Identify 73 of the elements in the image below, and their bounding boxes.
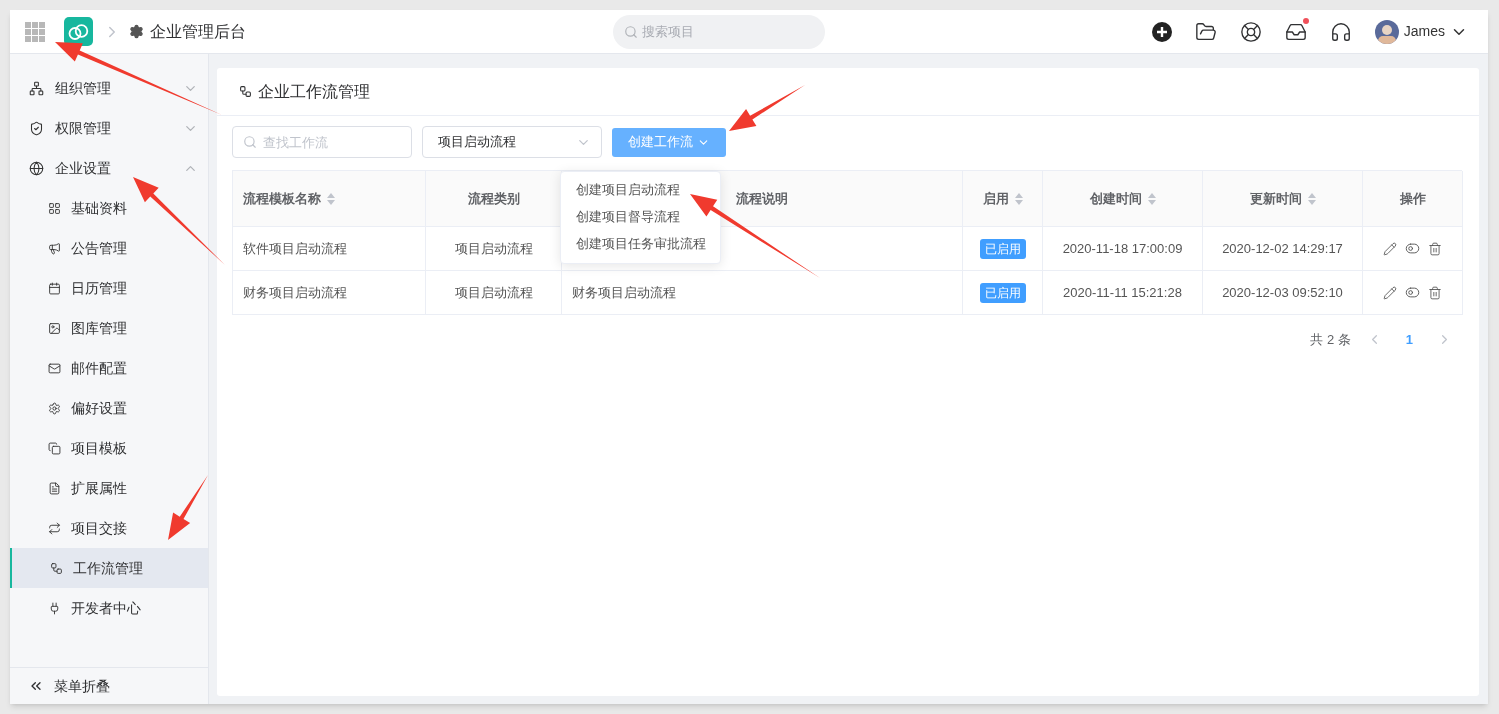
column-header: 流程类别	[426, 171, 562, 227]
help-icon[interactable]	[1239, 20, 1262, 43]
menu-icon	[50, 561, 63, 575]
status-badge: 已启用	[979, 282, 1026, 303]
menu-icon	[29, 160, 44, 176]
menu-icon	[48, 241, 61, 255]
folder-icon[interactable]	[1194, 20, 1217, 43]
search-icon	[243, 135, 257, 149]
sidebar-item[interactable]: 企业设置	[10, 148, 208, 188]
toggle-icon[interactable]	[1405, 285, 1420, 300]
user-avatar[interactable]	[1374, 19, 1399, 44]
app-title: 企业管理后台	[150, 21, 246, 42]
table-cell: 2020-11-18 17:00:09	[1043, 227, 1203, 271]
sidebar-item[interactable]: 公告管理	[10, 228, 208, 268]
total-count: 共 2 条	[1310, 331, 1351, 349]
annotation-arrow	[168, 475, 208, 540]
delete-icon[interactable]	[1428, 241, 1442, 256]
sidebar-item[interactable]: 开发者中心	[10, 588, 208, 628]
app-logo-icon[interactable]	[64, 17, 93, 46]
menu-icon	[48, 281, 61, 295]
menu-icon	[48, 401, 61, 415]
sidebar-item[interactable]: 组织管理	[10, 68, 208, 108]
user-name[interactable]: James	[1403, 21, 1445, 42]
sidebar-item[interactable]: 工作流管理	[10, 548, 208, 588]
sidebar-item[interactable]: 项目交接	[10, 508, 208, 548]
sidebar-item[interactable]: 图库管理	[10, 308, 208, 348]
menu-icon	[48, 321, 61, 335]
table-cell: 2020-12-02 14:29:17	[1203, 227, 1363, 271]
table-cell: 2020-11-11 15:21:28	[1043, 271, 1203, 315]
menu-item[interactable]: 创建项目启动流程	[561, 176, 720, 204]
table-cell: 2020-12-03 09:52:10	[1203, 271, 1363, 315]
sidebar-item[interactable]: 权限管理	[10, 108, 208, 148]
edit-icon[interactable]	[1383, 241, 1397, 256]
search-field[interactable]: 搜索项目	[612, 14, 825, 49]
table-cell: 财务项目启动流程	[233, 271, 426, 315]
table-cell: 财务项目启动流程	[562, 271, 963, 315]
menu-icon	[29, 120, 44, 136]
column-header[interactable]: 启用	[963, 171, 1043, 227]
column-header[interactable]: 更新时间	[1203, 171, 1363, 227]
menu-item[interactable]: 创建项目任务审批流程	[561, 230, 720, 258]
category-select[interactable]: 项目启动流程	[422, 126, 602, 158]
workflow-icon	[239, 85, 252, 98]
table-cell: 项目启动流程	[426, 227, 562, 271]
sidebar-item[interactable]: 偏好设置	[10, 388, 208, 428]
menu-icon	[48, 201, 61, 215]
column-header[interactable]: 创建时间	[1043, 171, 1203, 227]
headset-icon[interactable]	[1329, 20, 1352, 43]
column-header[interactable]: 流程模板名称	[233, 171, 426, 227]
sidebar-item[interactable]: 扩展属性	[10, 468, 208, 508]
sidebar-item[interactable]: 邮件配置	[10, 348, 208, 388]
delete-icon[interactable]	[1428, 285, 1442, 300]
sidebar-item[interactable]: 日历管理	[10, 268, 208, 308]
menu-icon	[29, 80, 44, 96]
add-icon[interactable]	[1151, 21, 1172, 42]
settings-icon	[129, 24, 144, 39]
search-icon	[623, 24, 638, 39]
edit-icon[interactable]	[1383, 285, 1397, 300]
toggle-icon[interactable]	[1405, 241, 1420, 256]
page-title: 企业工作流管理	[258, 81, 370, 102]
column-header: 操作	[1363, 171, 1463, 227]
inbox-icon[interactable]	[1284, 20, 1307, 43]
menu-icon	[48, 361, 61, 375]
status-badge: 已启用	[979, 238, 1026, 259]
sidebar-item[interactable]: 项目模板	[10, 428, 208, 468]
search-field[interactable]: 查找工作流	[232, 126, 412, 158]
table-cell: 项目启动流程	[426, 271, 562, 315]
menu-icon	[48, 601, 61, 615]
menu-icon	[48, 481, 61, 495]
menu-icon	[48, 521, 61, 535]
sidebar-item[interactable]: 基础资料	[10, 188, 208, 228]
collapse-menu-button[interactable]: 菜单折叠	[10, 667, 208, 704]
table-cell: 软件项目启动流程	[233, 227, 426, 271]
menu-icon	[48, 441, 61, 455]
